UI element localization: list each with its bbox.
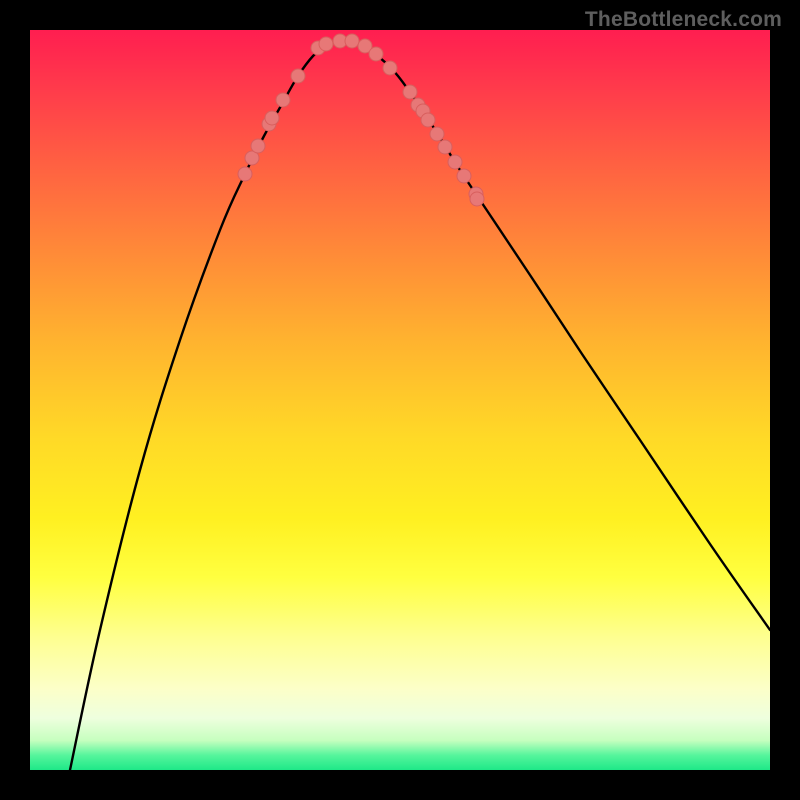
data-point-marker [438,140,452,154]
data-point-marker [457,169,471,183]
bottleneck-curve [70,40,770,770]
data-point-marker [421,113,435,127]
data-point-marker [345,34,359,48]
chart-frame: TheBottleneck.com [0,0,800,800]
data-point-marker [265,111,279,125]
data-point-marker [319,37,333,51]
data-point-marker [448,155,462,169]
curve-layer [30,30,770,770]
data-point-marker [369,47,383,61]
data-point-marker [276,93,290,107]
data-point-marker [470,192,484,206]
data-point-marker [291,69,305,83]
data-point-marker [430,127,444,141]
data-point-marker [383,61,397,75]
data-point-marker [238,167,252,181]
data-point-marker [403,85,417,99]
plot-area [30,30,770,770]
data-point-marker [251,139,265,153]
watermark-text: TheBottleneck.com [585,8,782,32]
